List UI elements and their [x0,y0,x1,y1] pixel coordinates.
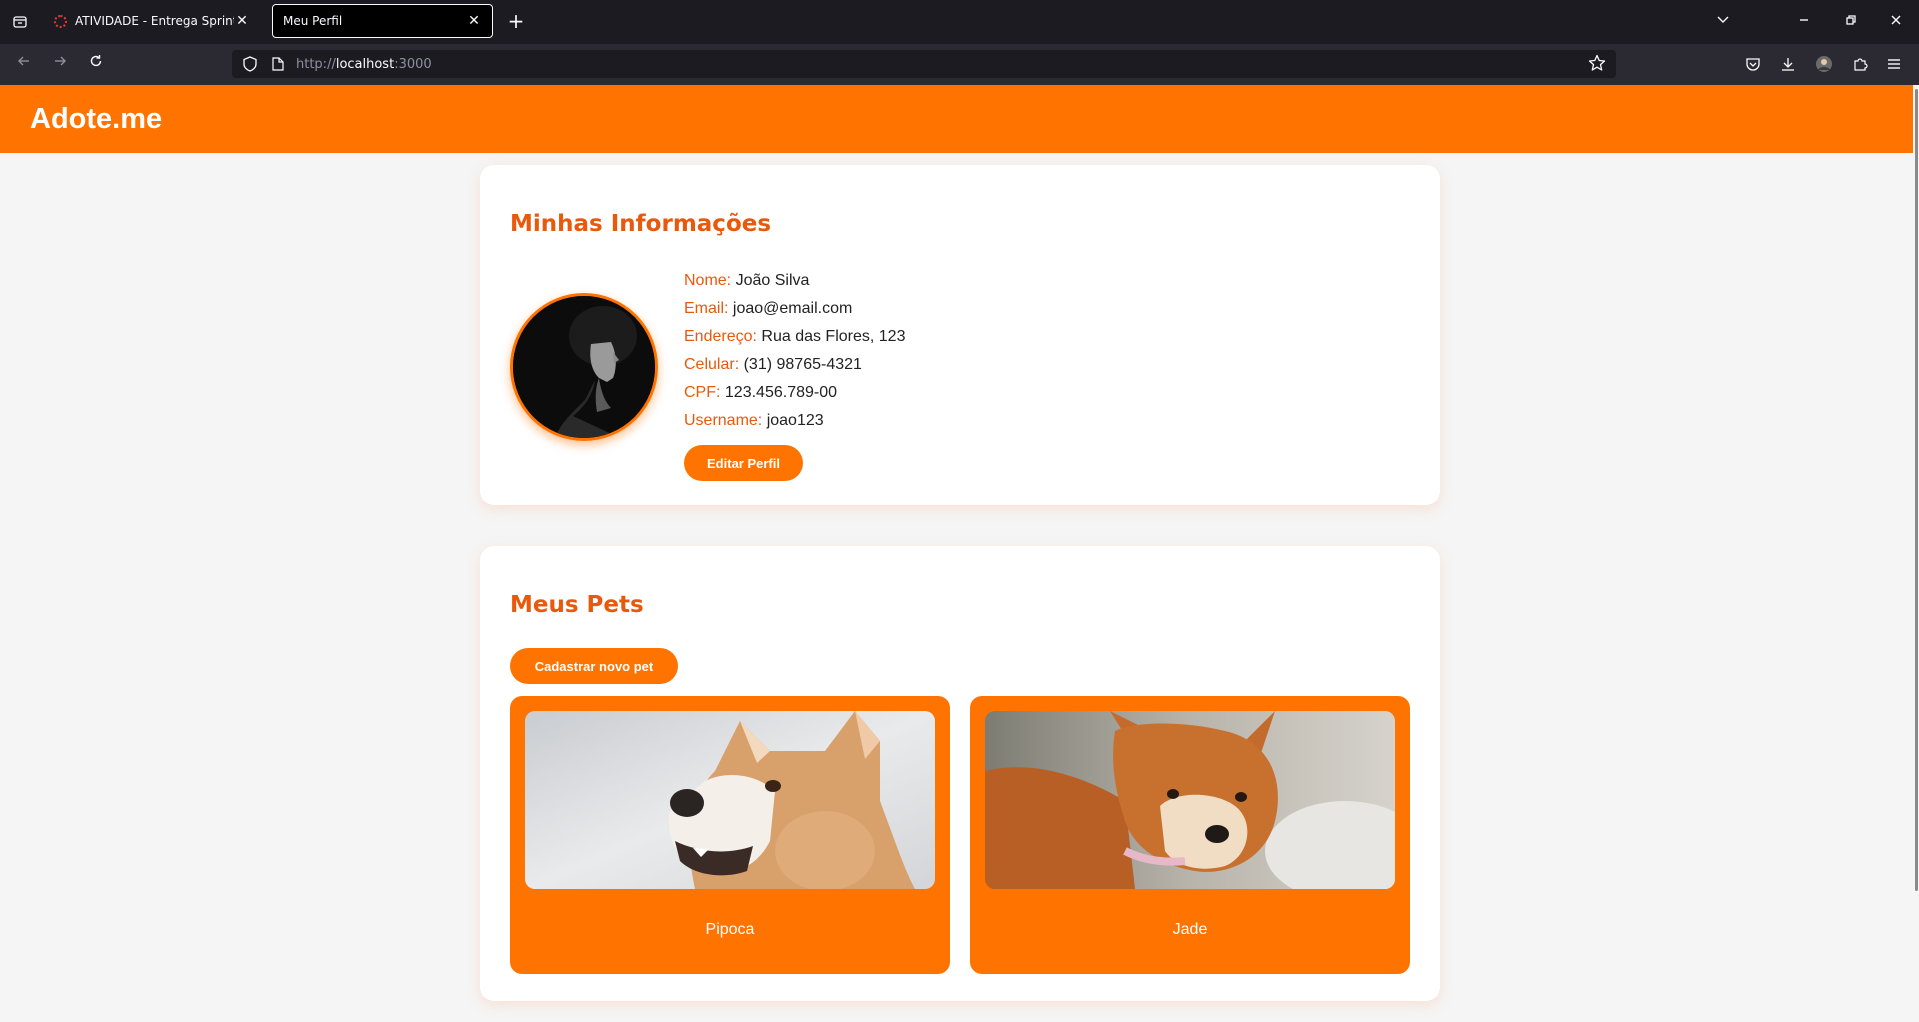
close-icon[interactable]: ✕ [234,13,250,29]
shield-icon[interactable] [240,54,260,74]
account-avatar-icon[interactable] [1814,54,1834,74]
page-icon[interactable] [268,54,288,74]
pets-title: Meus Pets [510,592,644,618]
browser-tab-bar: ATIVIDADE - Entrega Sprint 2 - I ✕ Meu P… [0,0,1919,44]
window-close-icon[interactable] [1881,10,1911,34]
field-cpf: CPF: 123.456.789-00 [684,384,838,401]
tab-atividade[interactable]: ATIVIDADE - Entrega Sprint 2 - I ✕ [44,4,260,38]
pet-name: Pipoca [705,921,755,938]
pet-card[interactable]: Pipoca [510,696,950,974]
minimize-icon[interactable] [1789,10,1819,34]
tab-title: ATIVIDADE - Entrega Sprint 2 - I [75,14,234,28]
loading-spinner-icon [54,14,67,28]
bookmark-star-icon[interactable] [1588,54,1608,74]
field-nome: Nome: João Silva [684,272,810,289]
site-header: Adote.me [0,85,1913,153]
page-viewport: Adote.me Minhas Informações Nome: João S… [0,85,1919,1022]
browser-nav-bar: http://localhost:3000 [0,44,1919,85]
scrollbar-thumb[interactable] [1915,89,1918,891]
address-bar[interactable]: http://localhost:3000 [232,50,1616,78]
tab-meu-perfil[interactable]: Meu Perfil ✕ [272,4,493,38]
pet-photo [985,711,1395,889]
new-tab-plus-icon[interactable]: + [504,10,528,34]
pet-photo [525,711,935,889]
profile-fields: Nome: João Silva Email: joao@email.com E… [684,267,905,435]
chevron-down-icon[interactable] [1708,10,1738,34]
brand-logo[interactable]: Adote.me [30,103,162,136]
menu-hamburger-icon[interactable] [1884,54,1904,74]
pet-card[interactable]: Jade [970,696,1410,974]
pet-name: Jade [1172,921,1208,938]
scrollbar[interactable] [1913,85,1919,1022]
reload-icon[interactable] [82,52,110,76]
field-celular: Celular: (31) 98765-4321 [684,356,862,373]
avatar [510,293,658,441]
profile-title: Minhas Informações [510,211,772,237]
tab-list-icon[interactable] [8,10,32,34]
add-pet-button[interactable]: Cadastrar novo pet [510,648,678,684]
url-text: http://localhost:3000 [296,56,432,72]
pets-card: Meus Pets Cadastrar novo pet Pipoca Jade [480,546,1440,1001]
forward-arrow-icon[interactable] [46,52,74,76]
pocket-icon[interactable] [1743,54,1763,74]
close-icon[interactable]: ✕ [466,13,482,29]
field-email: Email: joao@email.com [684,300,853,317]
field-endereco: Endereço: Rua das Flores, 123 [684,328,906,345]
restore-icon[interactable] [1836,10,1866,34]
edit-profile-button[interactable]: Editar Perfil [684,445,803,481]
field-username: Username: joao123 [684,412,824,429]
download-icon[interactable] [1778,54,1798,74]
profile-card: Minhas Informações Nome: João Silva Emai… [480,165,1440,505]
extensions-puzzle-icon[interactable] [1850,54,1870,74]
back-arrow-icon[interactable] [10,52,38,76]
tab-title: Meu Perfil [283,14,343,28]
